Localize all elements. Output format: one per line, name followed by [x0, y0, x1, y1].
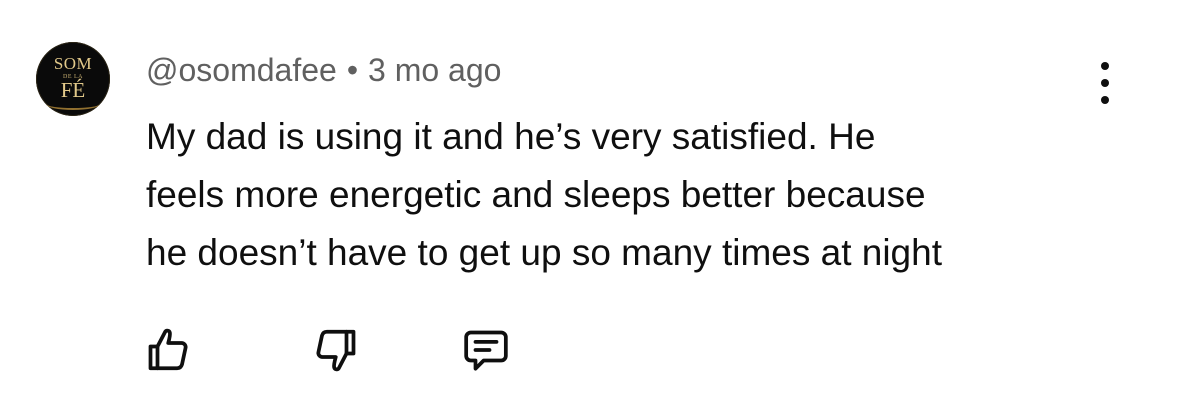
- reply-comment-icon: [464, 330, 508, 371]
- more-dot: [1101, 96, 1109, 104]
- avatar-arc-decoration: [46, 98, 100, 110]
- thumbs-up-icon: [148, 328, 188, 371]
- thumbs-down-icon: [316, 329, 356, 372]
- dislike-button[interactable]: [308, 322, 364, 378]
- comment-meta: @osomdafee • 3 mo ago: [146, 50, 501, 90]
- more-dot: [1101, 62, 1109, 70]
- meta-separator: •: [346, 52, 359, 88]
- comment-text-line: he doesn’t have to get up so many times …: [146, 232, 942, 273]
- comment-text-line: feels more energetic and sleeps better b…: [146, 174, 926, 215]
- author-handle[interactable]: @osomdafee: [146, 52, 337, 88]
- more-vertical-icon[interactable]: [1090, 60, 1120, 106]
- comment-timestamp: 3 mo ago: [368, 52, 502, 88]
- reply-button[interactable]: [458, 322, 514, 378]
- comment-text-line: My dad is using it and he’s very satisfi…: [146, 116, 876, 157]
- more-dot: [1101, 79, 1109, 87]
- comment-text: My dad is using it and he’s very satisfi…: [146, 108, 1126, 282]
- like-button[interactable]: [140, 322, 196, 378]
- avatar[interactable]: SOM DE LA FÉ: [36, 42, 110, 116]
- avatar-text-top: SOM: [53, 54, 93, 73]
